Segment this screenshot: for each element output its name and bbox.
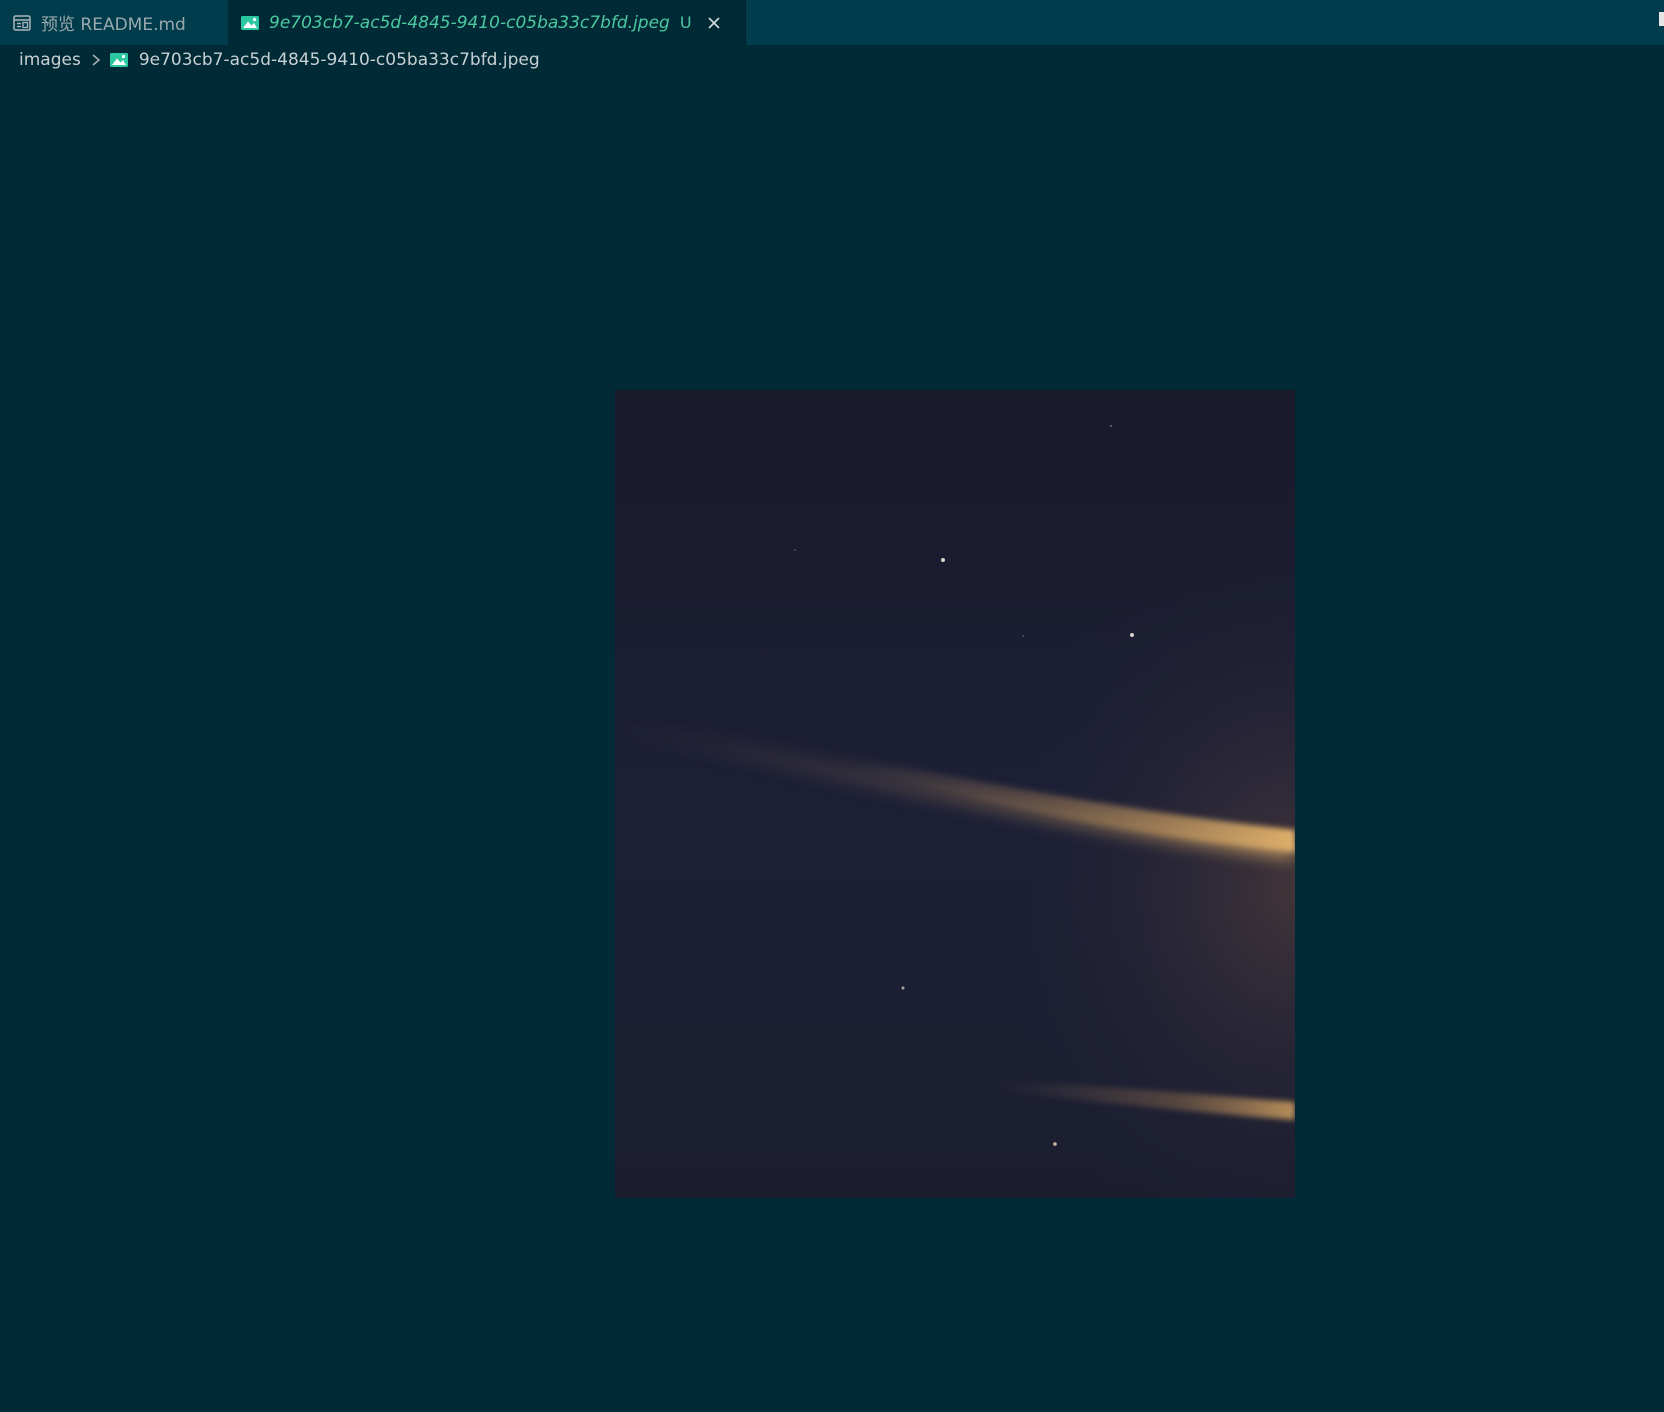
tab-bar: 预览 README.md 9e703cb7-ac5d-4845-9410-c05… [0,0,1664,45]
image-file-icon [109,51,129,69]
breadcrumb-folder[interactable]: images [19,50,81,70]
tab-label: 预览 README.md [41,15,186,35]
night-sky-photo[interactable] [615,390,1295,1198]
image-file-icon [240,13,260,33]
tab-readme-preview[interactable]: 预览 README.md [0,0,228,45]
tab-image-file[interactable]: 9e703cb7-ac5d-4845-9410-c05ba33c7bfd.jpe… [228,0,746,45]
chevron-right-icon [89,53,103,67]
breadcrumb-file[interactable]: 9e703cb7-ac5d-4845-9410-c05ba33c7bfd.jpe… [139,50,540,70]
breadcrumb: images 9e703cb7-ac5d-4845-9410-c05ba33c7… [19,46,540,74]
preview-icon [12,13,32,33]
editor-window: 预览 README.md 9e703cb7-ac5d-4845-9410-c05… [0,0,1664,1412]
close-icon[interactable] [704,13,724,33]
editor-actions-edge[interactable] [1659,12,1664,26]
image-preview-area [0,78,1664,1412]
untracked-badge: U [679,13,692,32]
tab-label: 9e703cb7-ac5d-4845-9410-c05ba33c7bfd.jpe… [269,12,670,33]
